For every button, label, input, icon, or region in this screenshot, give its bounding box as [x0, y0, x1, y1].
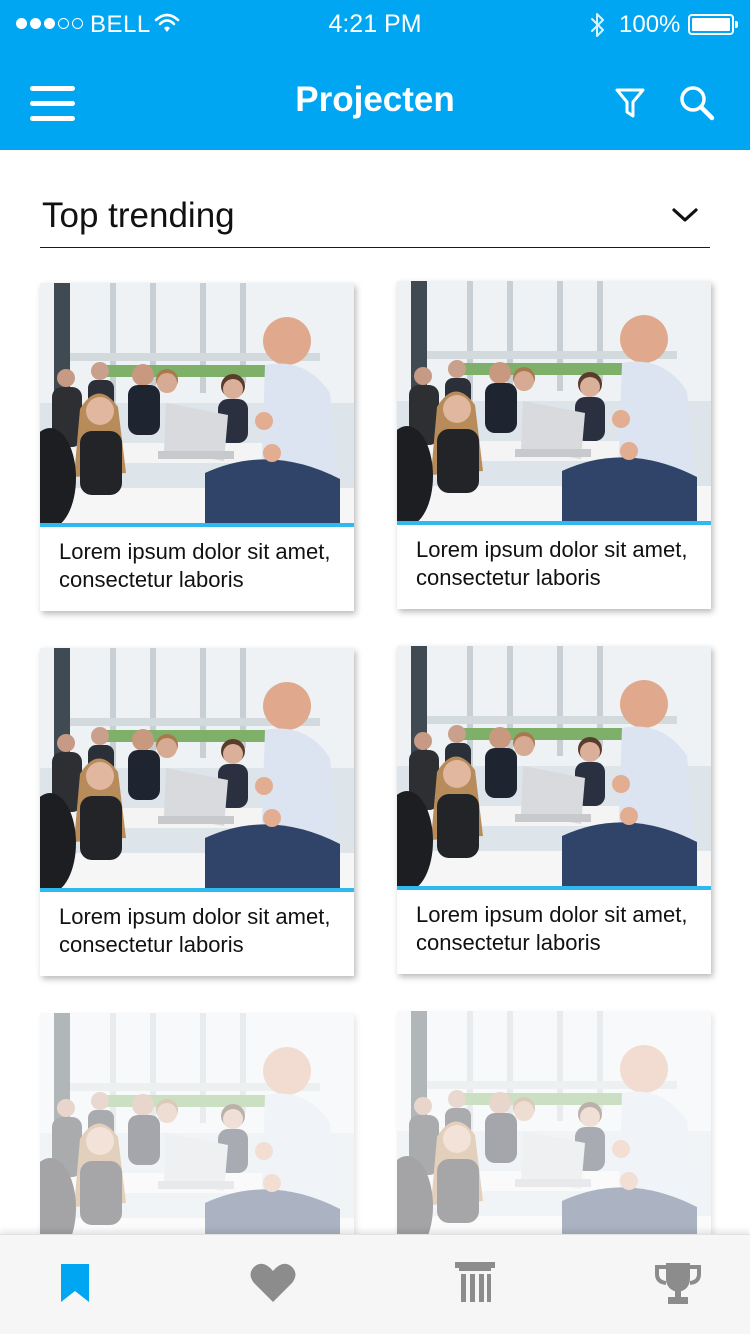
tab-favorites[interactable]: [203, 1235, 343, 1334]
tab-institutions[interactable]: [405, 1235, 545, 1334]
project-card[interactable]: Lorem ipsum dolor sit amet, consectetur …: [40, 283, 354, 611]
project-title: Lorem ipsum dolor sit amet, consectetur …: [416, 902, 688, 955]
trophy-icon: [654, 1260, 702, 1311]
project-card[interactable]: Lorem ipsum dolor sit amet, consectetur …: [397, 281, 711, 609]
project-title: Lorem ipsum dolor sit amet, consectetur …: [416, 537, 688, 590]
tab-bookmarks[interactable]: [5, 1235, 145, 1334]
project-image: [40, 648, 354, 888]
card-accent-line: [397, 886, 711, 890]
card-accent-line: [40, 888, 354, 892]
project-card[interactable]: Lorem ipsum dolor sit amet, consectetur …: [397, 646, 711, 974]
card-accent-line: [40, 523, 354, 527]
chevron-down-icon: [672, 207, 698, 228]
battery-percent: 100%: [619, 11, 681, 38]
pillar-icon: [453, 1260, 497, 1311]
project-image: [397, 1011, 711, 1251]
sort-dropdown-label: Top trending: [42, 196, 235, 235]
project-card[interactable]: Lorem ipsum dolor sit amet, consectetur …: [40, 648, 354, 976]
app-header: BELL 4:21 PM 100% Projecten: [0, 0, 750, 150]
card-accent-line: [397, 521, 711, 525]
project-image: [397, 646, 711, 886]
battery-icon: [688, 14, 738, 35]
project-image: [40, 1013, 354, 1253]
status-bar: BELL 4:21 PM 100%: [0, 0, 750, 50]
project-title: Lorem ipsum dolor sit amet, consectetur …: [59, 904, 331, 957]
filter-icon[interactable]: [614, 86, 646, 125]
search-icon[interactable]: [678, 84, 716, 127]
project-image: [397, 281, 711, 521]
bookmark-icon: [58, 1262, 92, 1309]
tab-achievements[interactable]: [608, 1235, 748, 1334]
heart-icon: [249, 1262, 297, 1309]
bluetooth-icon: [588, 11, 608, 44]
bottom-tab-bar: [0, 1234, 750, 1334]
project-image: [40, 283, 354, 523]
project-title: Lorem ipsum dolor sit amet, consectetur …: [59, 539, 331, 592]
sort-dropdown[interactable]: Top trending: [40, 188, 710, 248]
